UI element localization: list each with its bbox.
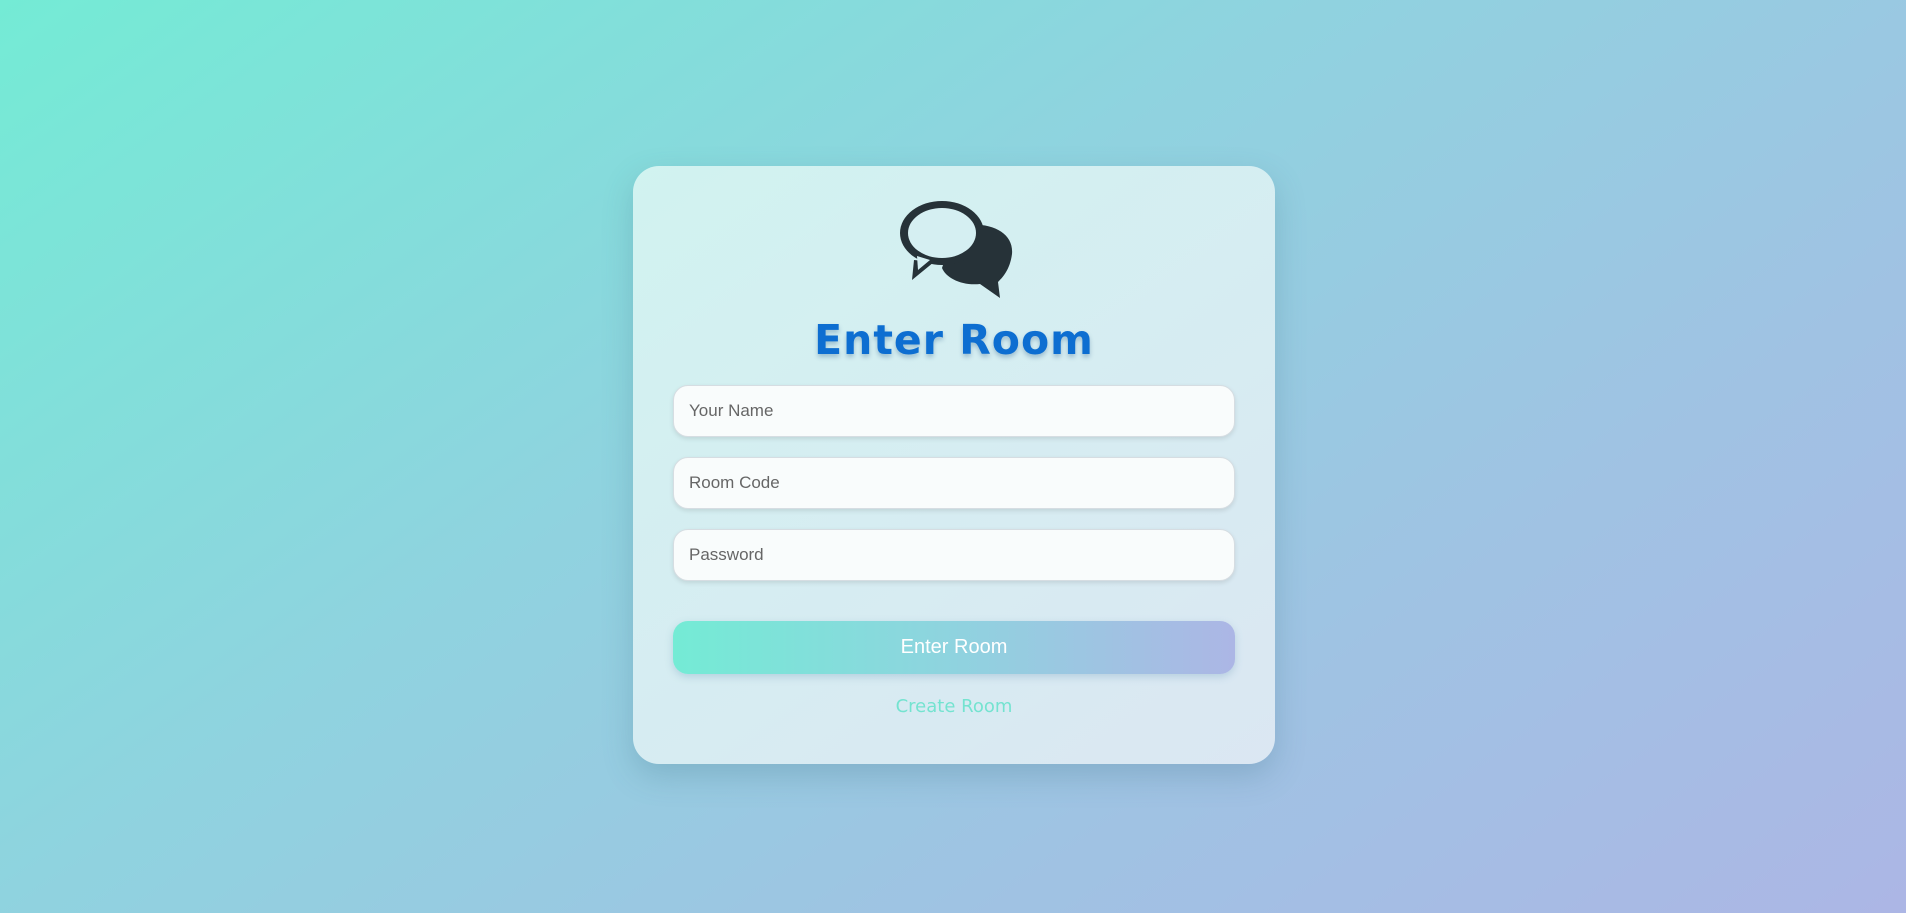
- enter-room-card: Enter Room Enter Room Create Room: [633, 166, 1275, 764]
- page-title: Enter Room: [814, 316, 1094, 364]
- enter-room-button[interactable]: Enter Room: [673, 621, 1235, 674]
- password-input[interactable]: [673, 529, 1235, 581]
- chat-bubbles-icon: [900, 201, 1013, 298]
- create-room-link[interactable]: Create Room: [633, 696, 1275, 717]
- name-input[interactable]: [673, 385, 1235, 437]
- room-code-input[interactable]: [673, 457, 1235, 509]
